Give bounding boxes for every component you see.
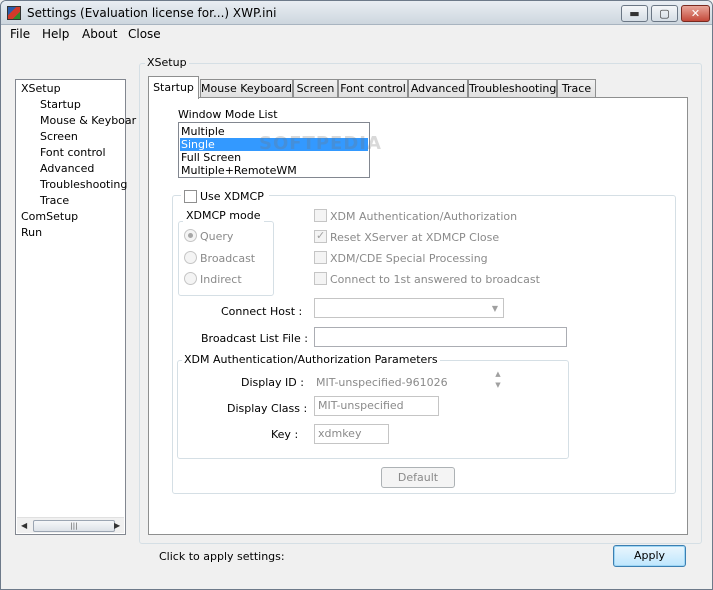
key-input[interactable]: xdmkey bbox=[314, 424, 389, 444]
startup-panel: Window Mode List Multiple Single Full Sc… bbox=[148, 97, 688, 535]
menu-help[interactable]: Help bbox=[42, 27, 69, 41]
radio-broadcast[interactable] bbox=[184, 251, 197, 264]
scroll-right-icon[interactable]: ▶ bbox=[114, 521, 120, 530]
tree-item-mouse-keyboard[interactable]: Mouse & Keyboar bbox=[40, 114, 136, 127]
connect-first-label: Connect to 1st answered to broadcast bbox=[330, 273, 540, 286]
tab-font-control[interactable]: Font control bbox=[338, 79, 408, 98]
xdmcp-mode-label: XDMCP mode bbox=[183, 209, 264, 222]
maximize-button[interactable]: ▢ bbox=[651, 5, 678, 22]
radio-broadcast-label: Broadcast bbox=[200, 252, 256, 265]
tree-item-troubleshooting[interactable]: Troubleshooting bbox=[40, 178, 127, 191]
window-mode-label: Window Mode List bbox=[178, 108, 278, 121]
tree-item-comsetup[interactable]: ComSetup bbox=[21, 210, 78, 223]
window-title: Settings (Evaluation license for...) XWP… bbox=[27, 6, 277, 20]
reset-xserver-checkbox[interactable]: ✓ bbox=[314, 229, 327, 243]
scroll-thumb[interactable]: ||| bbox=[33, 520, 115, 532]
tab-advanced[interactable]: Advanced bbox=[408, 79, 468, 98]
apply-button[interactable]: Apply bbox=[613, 545, 686, 567]
list-item-multiple-remotewm[interactable]: Multiple+RemoteWM bbox=[180, 164, 368, 177]
tree-item-trace[interactable]: Trace bbox=[40, 194, 69, 207]
broadcast-list-input[interactable] bbox=[314, 327, 567, 347]
close-button[interactable]: ✕ bbox=[681, 5, 710, 22]
scroll-left-icon[interactable]: ◀ bbox=[21, 521, 27, 530]
xdm-cde-label: XDM/CDE Special Processing bbox=[330, 252, 488, 265]
minimize-button[interactable]: ▬ bbox=[621, 5, 648, 22]
radio-indirect-label: Indirect bbox=[200, 273, 242, 286]
list-item-multiple[interactable]: Multiple bbox=[180, 125, 368, 138]
tree-item-run[interactable]: Run bbox=[21, 226, 42, 239]
display-id-label: Display ID : bbox=[241, 376, 304, 389]
tree-item-startup[interactable]: Startup bbox=[40, 98, 81, 111]
app-icon bbox=[7, 6, 21, 20]
chevron-down-icon[interactable]: ▼ bbox=[492, 304, 498, 313]
tab-troubleshooting[interactable]: Troubleshooting bbox=[468, 79, 557, 98]
use-xdmcp-label: Use XDMCP bbox=[200, 190, 264, 203]
tab-trace[interactable]: Trace bbox=[557, 79, 596, 98]
list-item-single[interactable]: Single bbox=[180, 138, 368, 151]
radio-query[interactable] bbox=[184, 229, 197, 242]
status-text: Click to apply settings: bbox=[159, 550, 285, 563]
xdm-auth-checkbox[interactable] bbox=[314, 209, 327, 222]
spin-up-icon[interactable]: ▲ bbox=[492, 370, 504, 379]
connect-host-label: Connect Host : bbox=[221, 305, 303, 318]
default-button[interactable]: Default bbox=[381, 467, 455, 488]
settings-tree[interactable]: XSetup Startup Mouse & Keyboar Screen Fo… bbox=[15, 79, 136, 535]
use-xdmcp-checkbox[interactable] bbox=[184, 190, 197, 203]
display-class-label: Display Class : bbox=[227, 402, 308, 415]
tree-horizontal-scrollbar[interactable]: ◀ ||| ▶ bbox=[17, 517, 124, 533]
auth-params-label: XDM Authentication/Authorization Paramet… bbox=[182, 353, 440, 366]
tab-mouse-keyboard[interactable]: Mouse Keyboard bbox=[200, 79, 293, 98]
display-id-value: MIT-unspecified-961026 bbox=[316, 376, 448, 389]
connect-first-checkbox[interactable] bbox=[314, 272, 327, 285]
tree-item-xsetup[interactable]: XSetup bbox=[21, 82, 61, 95]
window-mode-list[interactable]: Multiple Single Full Screen Multiple+Rem… bbox=[178, 122, 381, 178]
display-class-input[interactable]: MIT-unspecified bbox=[314, 396, 439, 416]
reset-xserver-label: Reset XServer at XDMCP Close bbox=[330, 231, 500, 244]
tree-item-font-control[interactable]: Font control bbox=[40, 146, 106, 159]
radio-query-label: Query bbox=[200, 230, 234, 243]
settings-window: Settings (Evaluation license for...) XWP… bbox=[0, 0, 713, 590]
menu-about[interactable]: About bbox=[82, 27, 117, 41]
tab-startup[interactable]: Startup bbox=[148, 76, 199, 99]
spin-down-icon[interactable]: ▼ bbox=[492, 381, 504, 390]
key-label: Key : bbox=[271, 428, 299, 441]
menu-file[interactable]: File bbox=[10, 27, 30, 41]
tree-item-screen[interactable]: Screen bbox=[40, 130, 78, 143]
title-bar[interactable]: Settings (Evaluation license for...) XWP… bbox=[1, 1, 712, 25]
broadcast-list-label: Broadcast List File : bbox=[201, 332, 308, 345]
xsetup-group-label: XSetup bbox=[145, 56, 189, 69]
connect-host-combo[interactable]: ▼ bbox=[314, 298, 504, 318]
list-item-full-screen[interactable]: Full Screen bbox=[180, 151, 368, 164]
check-icon: ✓ bbox=[316, 229, 326, 242]
menu-close[interactable]: Close bbox=[128, 27, 161, 41]
radio-indirect[interactable] bbox=[184, 272, 197, 285]
tree-item-advanced[interactable]: Advanced bbox=[40, 162, 94, 175]
xdm-auth-label: XDM Authentication/Authorization bbox=[330, 210, 518, 223]
tab-screen[interactable]: Screen bbox=[293, 79, 338, 98]
menu-bar: File Help About Close bbox=[1, 25, 712, 44]
xdm-cde-checkbox[interactable] bbox=[314, 251, 327, 264]
